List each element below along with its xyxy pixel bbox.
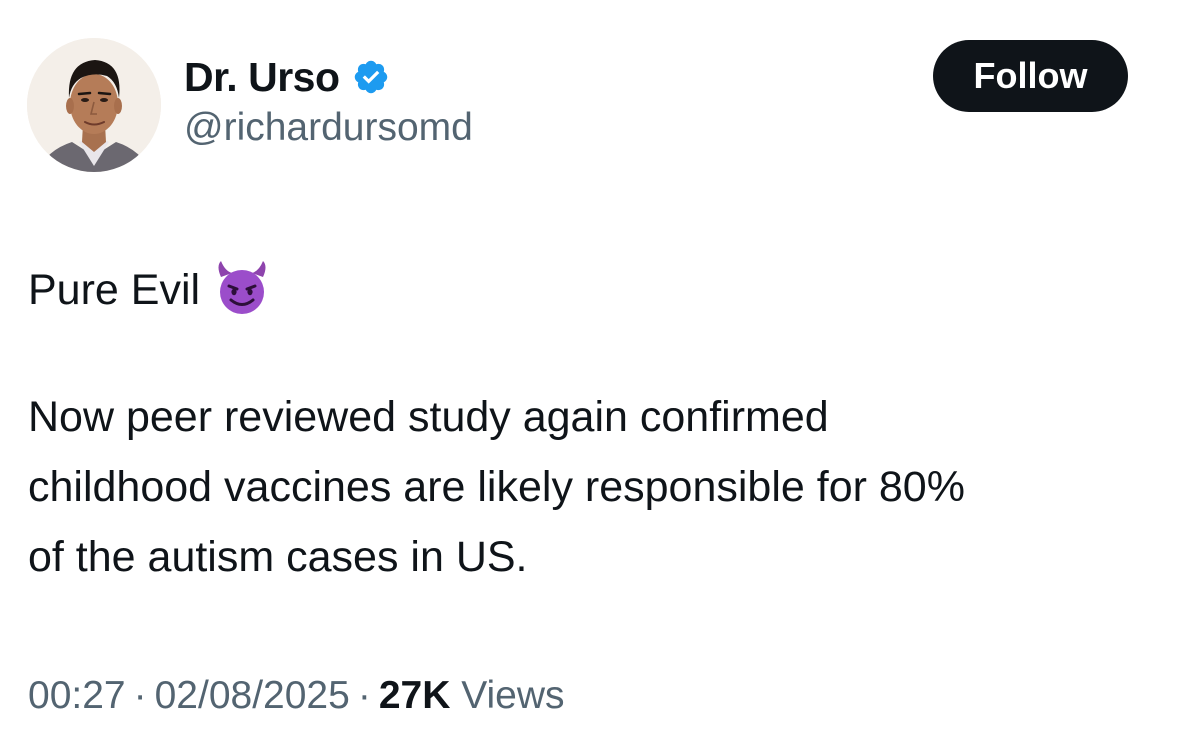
views-label: Views <box>461 674 565 717</box>
tweet-time[interactable]: 00:27 <box>28 674 126 717</box>
meta-separator: · <box>133 674 147 717</box>
tweet-date[interactable]: 02/08/2025 <box>155 674 350 717</box>
tweet-text-line-4: of the autism cases in US. <box>28 533 528 581</box>
author-display-name[interactable]: Dr. Urso <box>184 54 340 101</box>
tweet-text-line-2: Now peer reviewed study again confirmed <box>28 393 829 441</box>
tweet-card: Dr. Urso @richardursomd Follow Pure Evil… <box>0 0 1179 746</box>
follow-button[interactable]: Follow <box>933 40 1128 112</box>
meta-separator: · <box>357 674 371 717</box>
tweet-text-pure-evil: Pure Evil <box>28 266 201 314</box>
avatar-portrait-image <box>27 38 161 172</box>
avatar[interactable] <box>27 38 161 172</box>
verified-badge-icon[interactable] <box>352 58 390 96</box>
author-handle[interactable]: @richardursomd <box>184 106 473 150</box>
views-count: 27K <box>378 674 451 717</box>
tweet-text-line-3: childhood vaccines are likely responsibl… <box>28 463 965 511</box>
smiling-face-with-horns-icon <box>212 258 272 318</box>
author-name-row: Dr. Urso <box>184 52 390 102</box>
tweet-text-line-1: Pure Evil <box>28 258 272 318</box>
tweet-meta: 00:27 · 02/08/2025 · 27K Views <box>28 674 565 718</box>
